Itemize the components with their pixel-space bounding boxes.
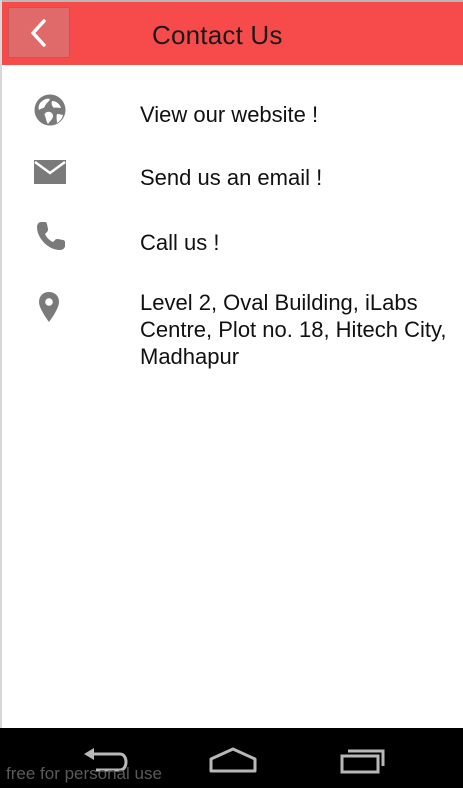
contact-item-label: Send us an email ! bbox=[140, 165, 323, 190]
contact-item-website[interactable]: View our website ! bbox=[2, 93, 463, 129]
back-button[interactable] bbox=[8, 7, 70, 58]
address-line: Level 2, Oval Building, iLabs bbox=[140, 290, 418, 315]
watermark-text: free for personal use bbox=[6, 764, 162, 783]
recent-apps-icon[interactable] bbox=[338, 748, 386, 774]
home-icon[interactable] bbox=[208, 746, 258, 774]
mail-icon bbox=[34, 160, 66, 184]
app-header: Contact Us bbox=[2, 0, 463, 65]
chevron-left-icon bbox=[31, 18, 46, 47]
contact-item-address[interactable]: Level 2, Oval Building, iLabs Centre, Pl… bbox=[2, 289, 463, 373]
contact-item-address-text: Level 2, Oval Building, iLabs Centre, Pl… bbox=[140, 289, 447, 370]
contact-item-label: View our website ! bbox=[140, 102, 319, 127]
contact-item-email[interactable]: Send us an email ! bbox=[2, 157, 463, 193]
globe-icon bbox=[34, 94, 66, 126]
contact-item-label: Call us ! bbox=[140, 230, 220, 255]
contact-item-phone[interactable]: Call us ! bbox=[2, 218, 463, 255]
location-pin-icon bbox=[39, 292, 59, 322]
phone-icon bbox=[37, 222, 65, 250]
address-line: Madhapur bbox=[140, 344, 240, 369]
address-line: Centre, Plot no. 18, Hitech City, bbox=[140, 317, 447, 342]
page-title: Contact Us bbox=[152, 20, 283, 50]
